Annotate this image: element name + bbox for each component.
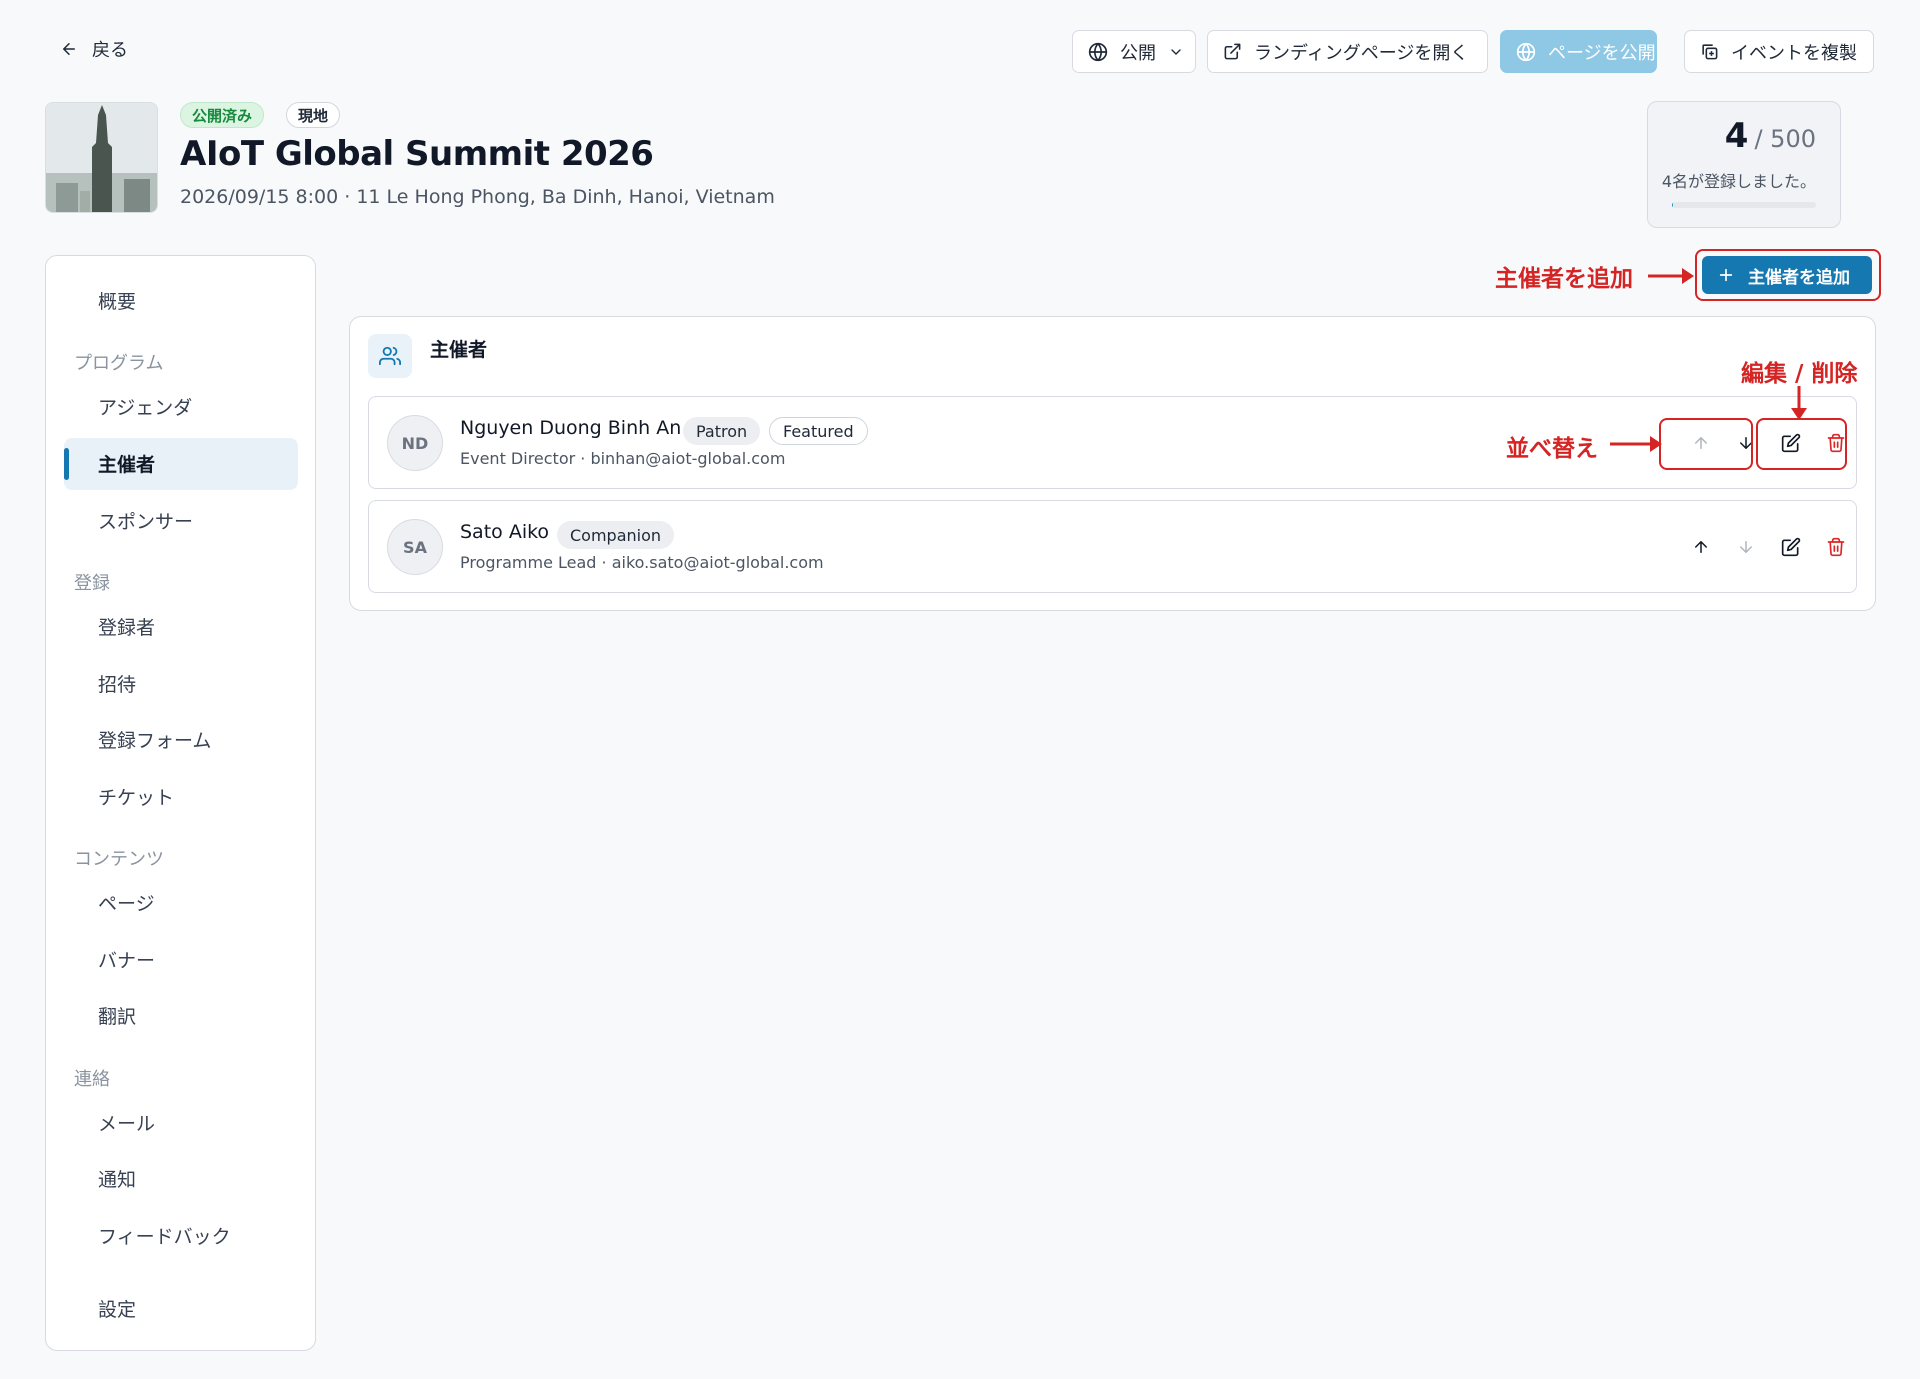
edit-button[interactable] bbox=[1776, 532, 1806, 562]
annotation-arrow-down-icon bbox=[1791, 386, 1807, 420]
publish-page-button[interactable]: ページを公開 bbox=[1500, 30, 1657, 73]
annotation-box-add-organizer bbox=[1695, 249, 1881, 301]
users-icon bbox=[368, 334, 412, 378]
visibility-dropdown[interactable]: 公開 bbox=[1072, 30, 1196, 73]
sidebar-item-overview[interactable]: 概要 bbox=[98, 287, 136, 314]
sidebar-item-banners[interactable]: バナー bbox=[98, 946, 155, 973]
tier-tag: Patron bbox=[683, 417, 761, 445]
organizer-subtitle: Programme Lead · aiko.sato@aiot-global.c… bbox=[460, 553, 824, 572]
globe-icon bbox=[1088, 42, 1108, 62]
back-label: 戻る bbox=[92, 40, 128, 61]
registration-label: 4名が登録しました。 bbox=[1661, 172, 1816, 191]
card-title: 主催者 bbox=[430, 339, 488, 361]
page-title: AIoT Global Summit 2026 bbox=[180, 134, 654, 174]
active-nav-indicator bbox=[64, 448, 69, 480]
sidebar-item-translations[interactable]: 翻訳 bbox=[98, 1002, 136, 1029]
open-landing-label: ランディングページを開く bbox=[1254, 42, 1469, 64]
chevron-down-icon bbox=[1168, 44, 1184, 60]
delete-button[interactable] bbox=[1821, 532, 1851, 562]
annotation-label-reorder: 並べ替え bbox=[1506, 436, 1598, 462]
annotation-arrow-right-icon bbox=[1610, 436, 1662, 452]
edit-icon bbox=[1781, 537, 1801, 557]
annotation-box-reorder bbox=[1659, 418, 1753, 470]
sidebar-item-organizers[interactable]: 主催者 bbox=[98, 450, 155, 477]
sidebar-item-registration-form[interactable]: 登録フォーム bbox=[98, 726, 211, 753]
registration-count-card: 4 / 500 4名が登録しました。 bbox=[1647, 101, 1841, 228]
registration-progress bbox=[1672, 202, 1816, 208]
sidebar-item-pages[interactable]: ページ bbox=[98, 889, 155, 916]
sidebar: 概要 プログラム アジェンダ 主催者 スポンサー 登録 登録者 招待 登録フォー… bbox=[45, 255, 316, 1351]
arrow-up-icon bbox=[1695, 541, 1707, 553]
sidebar-item-sponsors[interactable]: スポンサー bbox=[98, 507, 193, 534]
copy-icon bbox=[1700, 42, 1719, 61]
sidebar-item-notifications[interactable]: 通知 bbox=[98, 1165, 136, 1192]
venue-type-badge: 現地 bbox=[286, 102, 341, 128]
organizer-name: Sato Aiko bbox=[460, 521, 550, 543]
arrow-left-icon bbox=[60, 40, 78, 58]
avatar: ND bbox=[387, 415, 443, 471]
annotation-label-add-organizer: 主催者を追加 bbox=[1495, 266, 1633, 292]
tier-tag: Companion bbox=[557, 521, 675, 549]
external-link-icon bbox=[1223, 42, 1242, 61]
visibility-label: 公開 bbox=[1120, 42, 1156, 64]
status-badge: 公開済み bbox=[180, 102, 265, 128]
duplicate-event-button[interactable]: イベントを複製 bbox=[1684, 30, 1874, 73]
annotation-box-edit-delete bbox=[1756, 418, 1847, 470]
sidebar-section-program: プログラム bbox=[74, 353, 164, 374]
open-landing-page-button[interactable]: ランディングページを開く bbox=[1207, 30, 1488, 73]
event-meta: 2026/09/15 8:00 · 11 Le Hong Phong, Ba D… bbox=[180, 186, 775, 208]
publish-label: ページを公開 bbox=[1548, 42, 1656, 64]
registration-count: 4 / 500 bbox=[1725, 116, 1816, 156]
move-down-button[interactable] bbox=[1731, 532, 1761, 562]
registration-progress-fill bbox=[1672, 202, 1674, 208]
sidebar-item-invitations[interactable]: 招待 bbox=[98, 670, 136, 697]
organizer-name: Nguyen Duong Binh An bbox=[460, 417, 682, 439]
arrow-down-icon bbox=[1740, 541, 1752, 553]
capacity: / 500 bbox=[1754, 125, 1816, 153]
sidebar-item-tickets[interactable]: チケット bbox=[98, 783, 174, 810]
organizer-subtitle: Event Director · binhan@aiot-global.com bbox=[460, 449, 786, 468]
sidebar-item-settings[interactable]: 設定 bbox=[98, 1295, 136, 1322]
sidebar-item-agenda[interactable]: アジェンダ bbox=[98, 393, 192, 420]
featured-tag: Featured bbox=[769, 417, 868, 445]
sidebar-item-feedback[interactable]: フィードバック bbox=[98, 1222, 231, 1249]
organizer-row: SA Sato Aiko Companion Programme Lead · … bbox=[368, 500, 1857, 593]
registered-count: 4 bbox=[1724, 116, 1749, 156]
sidebar-item-email[interactable]: メール bbox=[98, 1109, 155, 1136]
sidebar-section-registration: 登録 bbox=[74, 573, 110, 594]
organizers-card: 主催者 ND Nguyen Duong Binh An Patron Featu… bbox=[349, 316, 1876, 611]
back-button[interactable]: 戻る bbox=[60, 36, 128, 62]
sidebar-section-content: コンテンツ bbox=[74, 849, 164, 870]
duplicate-label: イベントを複製 bbox=[1731, 42, 1857, 64]
globe-icon bbox=[1516, 42, 1536, 62]
annotation-label-edit-delete: 編集 / 削除 bbox=[1741, 361, 1858, 387]
sidebar-item-registrants[interactable]: 登録者 bbox=[98, 613, 155, 640]
trash-icon bbox=[1827, 537, 1845, 557]
event-thumbnail bbox=[45, 102, 158, 213]
avatar: SA bbox=[387, 519, 443, 575]
sidebar-section-contact: 連絡 bbox=[74, 1069, 110, 1090]
move-up-button[interactable] bbox=[1686, 532, 1716, 562]
annotation-arrow-right-icon bbox=[1648, 268, 1694, 284]
